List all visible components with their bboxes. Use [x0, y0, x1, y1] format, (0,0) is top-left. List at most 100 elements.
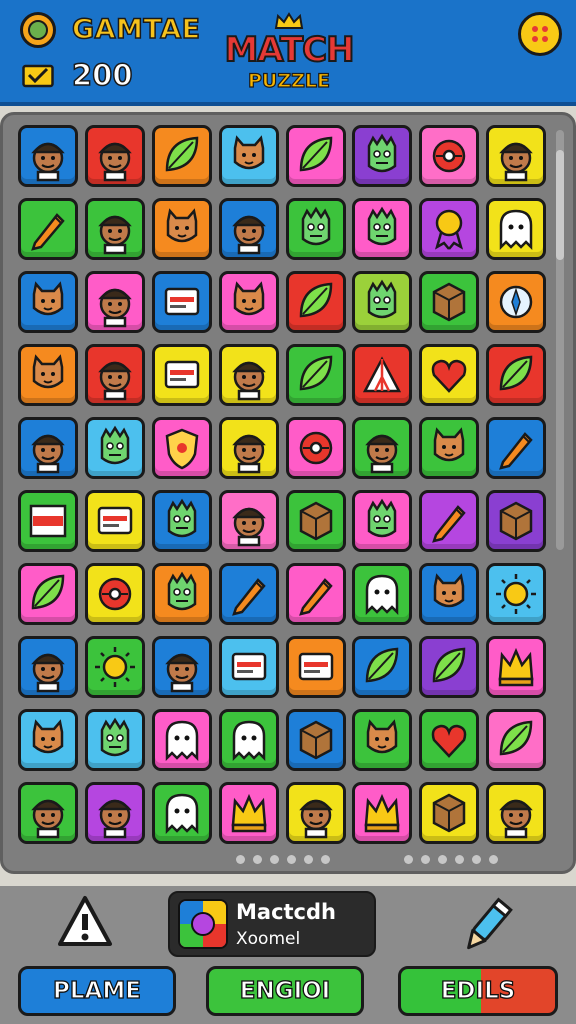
alert-triangle-icon[interactable] [56, 894, 114, 950]
tile-sun[interactable] [486, 563, 546, 625]
tile-monster[interactable] [85, 417, 145, 479]
tile-leaf[interactable] [286, 125, 346, 187]
pencil-icon[interactable] [456, 896, 516, 958]
tile-face[interactable] [219, 198, 279, 260]
tile-card[interactable] [286, 636, 346, 698]
tile-leaf[interactable] [352, 636, 412, 698]
tile-face[interactable] [18, 782, 78, 844]
tile-monster[interactable] [85, 709, 145, 771]
tile-box[interactable] [286, 490, 346, 552]
tile-face[interactable] [219, 344, 279, 406]
tile-face[interactable] [85, 344, 145, 406]
tile-cat[interactable] [219, 271, 279, 333]
tile-face[interactable] [219, 417, 279, 479]
tile-pen[interactable] [419, 490, 479, 552]
tile-shield[interactable] [152, 417, 212, 479]
page-dot[interactable] [438, 855, 447, 864]
board-scrollbar[interactable] [556, 130, 564, 550]
tile-crown[interactable] [352, 782, 412, 844]
page-dot[interactable] [321, 855, 330, 864]
tile-cat[interactable] [18, 271, 78, 333]
tile-leaf[interactable] [286, 344, 346, 406]
tile-face[interactable] [85, 782, 145, 844]
page-dot[interactable] [404, 855, 413, 864]
tile-pen[interactable] [486, 417, 546, 479]
tile-ghost[interactable] [152, 709, 212, 771]
tile-monster[interactable] [152, 490, 212, 552]
tile-monster[interactable] [352, 490, 412, 552]
tile-card[interactable] [152, 344, 212, 406]
tile-monster[interactable] [352, 125, 412, 187]
tile-pen[interactable] [219, 563, 279, 625]
tile-face[interactable] [18, 636, 78, 698]
tile-ghost[interactable] [352, 563, 412, 625]
tile-leaf[interactable] [18, 563, 78, 625]
tile-face[interactable] [219, 490, 279, 552]
page-dot[interactable] [489, 855, 498, 864]
tile-leaf[interactable] [486, 344, 546, 406]
tile-tent[interactable] [352, 344, 412, 406]
page-dot[interactable] [304, 855, 313, 864]
engine-button[interactable]: ENGIOI [206, 966, 364, 1016]
tile-ball[interactable] [419, 125, 479, 187]
tile-face[interactable] [486, 782, 546, 844]
avatar-icon[interactable] [20, 12, 56, 48]
tile-ghost[interactable] [152, 782, 212, 844]
tile-leaf[interactable] [152, 125, 212, 187]
tile-card[interactable] [152, 271, 212, 333]
tile-card[interactable] [85, 490, 145, 552]
tile-badge[interactable] [419, 198, 479, 260]
tile-leaf[interactable] [286, 271, 346, 333]
tile-flag[interactable] [18, 490, 78, 552]
tile-box[interactable] [486, 490, 546, 552]
play-button[interactable]: PLAME [18, 966, 176, 1016]
page-dot[interactable] [455, 855, 464, 864]
tile-cat[interactable] [352, 709, 412, 771]
tile-heart[interactable] [419, 709, 479, 771]
tile-face[interactable] [85, 198, 145, 260]
tile-face[interactable] [85, 271, 145, 333]
page-dot[interactable] [287, 855, 296, 864]
tile-monster[interactable] [352, 198, 412, 260]
page-dot[interactable] [421, 855, 430, 864]
tile-pen[interactable] [18, 198, 78, 260]
tile-face[interactable] [286, 782, 346, 844]
tile-face[interactable] [18, 125, 78, 187]
tile-crown[interactable] [219, 782, 279, 844]
edits-button[interactable]: EDILS [398, 966, 558, 1016]
match-info-card[interactable]: Mactcdh Xoomel [168, 891, 376, 957]
tile-cat[interactable] [18, 709, 78, 771]
tile-cat[interactable] [152, 198, 212, 260]
tile-cat[interactable] [18, 344, 78, 406]
tile-ghost[interactable] [219, 709, 279, 771]
tile-box[interactable] [419, 271, 479, 333]
tile-heart[interactable] [419, 344, 479, 406]
menu-button[interactable] [518, 12, 562, 56]
tile-cat[interactable] [419, 417, 479, 479]
page-dot[interactable] [270, 855, 279, 864]
tile-card[interactable] [219, 636, 279, 698]
tile-monster[interactable] [352, 271, 412, 333]
tile-monster[interactable] [152, 563, 212, 625]
tile-face[interactable] [352, 417, 412, 479]
scroll-thumb[interactable] [556, 150, 564, 260]
tile-face[interactable] [152, 636, 212, 698]
tile-monster[interactable] [286, 198, 346, 260]
page-dot[interactable] [236, 855, 245, 864]
tile-compass[interactable] [486, 271, 546, 333]
tile-cat[interactable] [419, 563, 479, 625]
page-dot[interactable] [253, 855, 262, 864]
tile-ghost[interactable] [486, 198, 546, 260]
tile-leaf[interactable] [486, 709, 546, 771]
tile-leaf[interactable] [419, 636, 479, 698]
tile-crown[interactable] [486, 636, 546, 698]
page-dot[interactable] [472, 855, 481, 864]
tile-box[interactable] [419, 782, 479, 844]
tile-cat[interactable] [219, 125, 279, 187]
tile-ball[interactable] [286, 417, 346, 479]
tile-face[interactable] [18, 417, 78, 479]
tile-pen[interactable] [286, 563, 346, 625]
tile-face[interactable] [85, 125, 145, 187]
tile-face[interactable] [486, 125, 546, 187]
tile-ball[interactable] [85, 563, 145, 625]
